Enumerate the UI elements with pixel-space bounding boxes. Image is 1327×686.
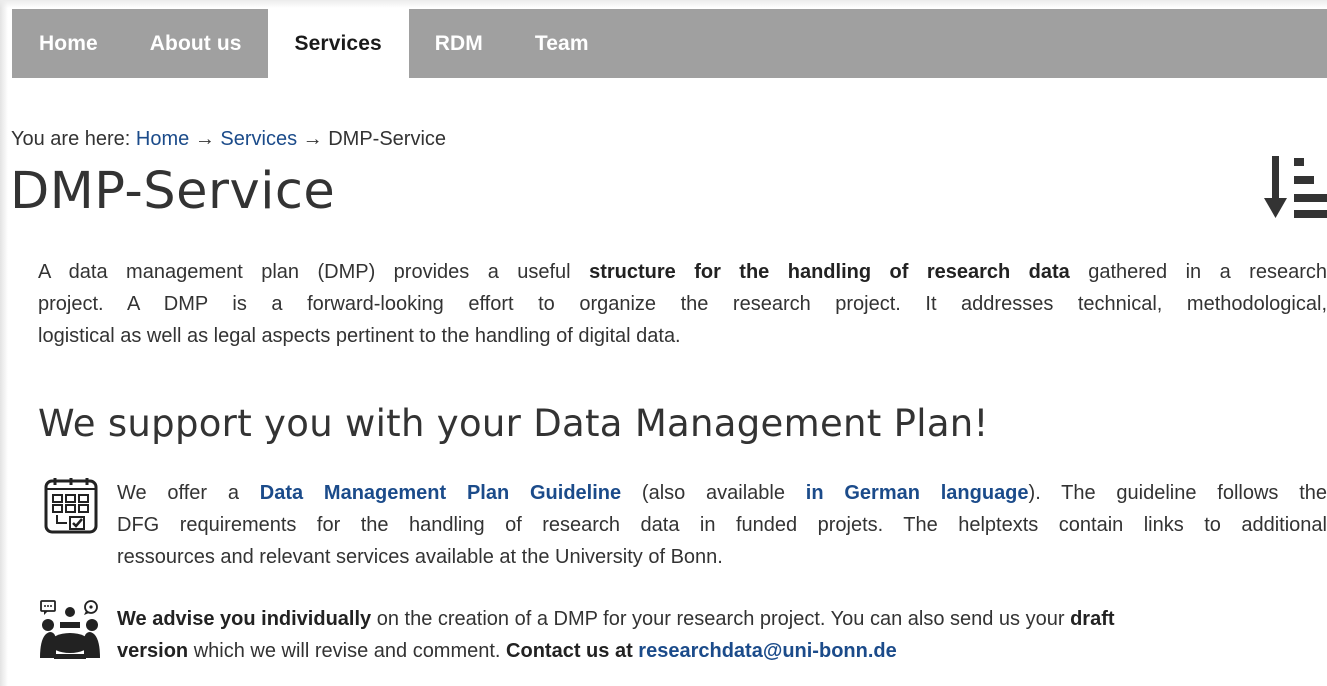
guideline-text: (also available <box>621 482 806 504</box>
guideline-paragraph: We offer a Data Management Plan Guidelin… <box>117 477 1327 573</box>
intro-line: A data management plan (DMP) provides a … <box>38 256 1327 288</box>
nav-services[interactable]: Services <box>267 9 409 78</box>
advice-emphasis: draft <box>1070 608 1115 630</box>
breadcrumb-separator: → <box>302 128 323 150</box>
nav-team[interactable]: Team <box>509 9 615 78</box>
intro-text: gathered in a research <box>1069 261 1327 283</box>
intro-paragraph: A data management plan (DMP) provides a … <box>38 256 1327 352</box>
guideline-text: We offer a <box>117 482 260 504</box>
support-heading: We support you with your Data Management… <box>38 402 989 445</box>
main-navigation: Home About us Services RDM Team <box>12 9 1327 78</box>
advice-emphasis: We advise you individually <box>117 608 372 630</box>
breadcrumb-home-link[interactable]: Home <box>136 128 189 150</box>
advice-text: which we will revise and comment. <box>188 640 507 662</box>
dmp-guideline-link[interactable]: Data Management Plan Guideline <box>260 482 621 504</box>
intro-emphasis: structure for the handling of research d… <box>589 261 1070 283</box>
guideline-text: ). The guideline follows the <box>1028 482 1327 504</box>
checklist-icon <box>44 478 98 534</box>
breadcrumb-prefix: You are here: <box>11 128 131 150</box>
advice-line: We advise you individually on the creati… <box>117 603 1327 635</box>
page-title: DMP-Service <box>10 162 336 221</box>
intro-text: A data management plan (DMP) provides a … <box>38 261 590 283</box>
sort-descending-icon[interactable] <box>1264 154 1327 220</box>
german-guideline-link[interactable]: in German language <box>806 482 1029 504</box>
advice-emphasis: version <box>117 640 189 662</box>
guideline-line: DFG requirements for the handling of res… <box>117 514 1327 536</box>
intro-line: project. A DMP is a forward-looking effo… <box>38 293 1327 315</box>
intro-line: logistical as well as legal aspects pert… <box>38 325 681 347</box>
advice-line: version which we will revise and comment… <box>117 635 1327 667</box>
contact-email-link[interactable]: researchdata@uni-bonn.de <box>638 640 896 662</box>
nav-home[interactable]: Home <box>12 9 124 78</box>
nav-about-us[interactable]: About us <box>124 9 268 78</box>
advice-paragraph: We advise you individually on the creati… <box>117 603 1327 667</box>
breadcrumb-separator: → <box>194 128 215 150</box>
nav-rdm[interactable]: RDM <box>409 9 509 78</box>
page-frame: Home About us Services RDM Team You are … <box>0 0 1327 686</box>
breadcrumb-current: DMP-Service <box>328 128 447 150</box>
advice-text: on the creation of a DMP for your resear… <box>371 608 1071 630</box>
consultation-icon <box>40 600 100 659</box>
breadcrumb: You are here: Home → Services → DMP-Serv… <box>11 128 446 151</box>
contact-label: Contact us at <box>506 640 639 662</box>
breadcrumb-services-link[interactable]: Services <box>220 128 297 150</box>
guideline-line: ressources and relevant services availab… <box>117 546 723 568</box>
guideline-line: We offer a Data Management Plan Guidelin… <box>117 477 1327 509</box>
